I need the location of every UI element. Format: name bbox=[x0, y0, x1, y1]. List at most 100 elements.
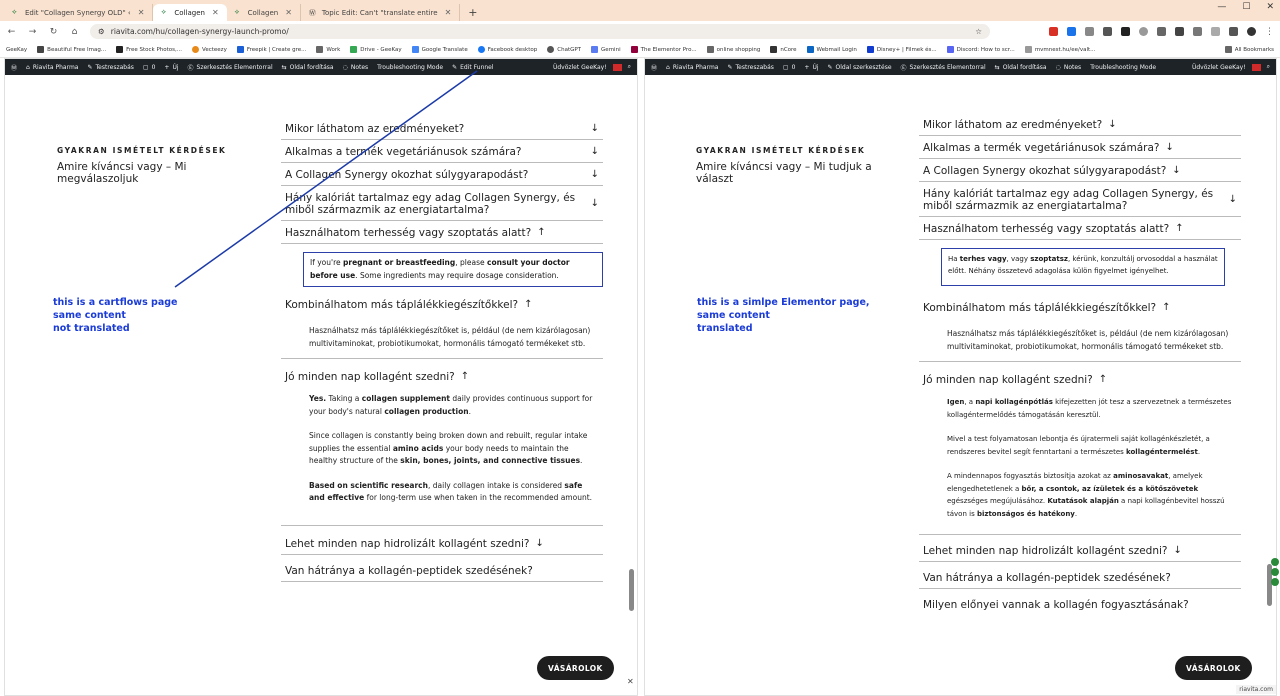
admin-comments-link[interactable]: ▢ 0 bbox=[783, 64, 796, 71]
url-bar[interactable]: ⚙ riavita.com/hu/collagen-synergy-launch… bbox=[90, 24, 990, 39]
admin-site-link[interactable]: ⌂ Riavita Pharma bbox=[26, 64, 78, 71]
bookmark-item[interactable]: Discord: How to scr... bbox=[946, 46, 1015, 53]
wordpress-logo-icon[interactable]: Ⓦ bbox=[11, 63, 17, 72]
close-icon[interactable]: ✕ bbox=[627, 677, 634, 686]
extension-icon[interactable] bbox=[1067, 27, 1076, 36]
admin-site-link[interactable]: ⌂ Riavita Pharma bbox=[666, 64, 718, 71]
faq-question-open[interactable]: Jó minden nap kollagént szedni? ↑ bbox=[281, 359, 603, 387]
faq-question[interactable]: Hány kalóriát tartalmaz egy adag Collage… bbox=[919, 182, 1241, 217]
download-icon[interactable] bbox=[1229, 27, 1238, 36]
admin-account[interactable]: Üdvözlet GeeKay! ⌕ bbox=[553, 63, 631, 71]
new-tab-button[interactable]: + bbox=[460, 4, 485, 21]
wordpress-logo-icon[interactable]: Ⓦ bbox=[651, 63, 657, 72]
extension-icon[interactable] bbox=[1175, 27, 1184, 36]
admin-edit-page-link[interactable]: ✎ Oldal szerkesztése bbox=[828, 64, 892, 71]
extension-icon[interactable] bbox=[1157, 27, 1166, 36]
sidebar-icon[interactable] bbox=[1211, 27, 1220, 36]
admin-elementor-link[interactable]: Ⓔ Szerkesztés Elementorral bbox=[901, 63, 986, 72]
bookmark-item[interactable]: ChatGPT bbox=[547, 46, 581, 53]
site-info-icon[interactable]: ⚙ bbox=[98, 27, 105, 36]
admin-customize-link[interactable]: ✎ Testreszabás bbox=[87, 64, 133, 71]
faq-question[interactable]: Lehet minden nap hidrolizált kollagént s… bbox=[919, 535, 1241, 562]
faq-question[interactable]: A Collagen Synergy okozhat súlygyarapodá… bbox=[919, 159, 1241, 182]
tab-collagen-1[interactable]: ⟡ Collagen ✕ bbox=[153, 4, 227, 21]
buy-button[interactable]: VÁSÁROLOK bbox=[1175, 656, 1252, 680]
faq-question[interactable]: Van hátránya a kollagén-peptidek szedésé… bbox=[919, 562, 1241, 589]
bookmark-item[interactable]: Facebook desktop bbox=[477, 46, 537, 53]
tab-edit-collagen[interactable]: ⟡ Edit "Collagen Synergy OLD" ‹ ✕ bbox=[4, 4, 154, 21]
faq-question[interactable]: Van hátránya a kollagén-peptidek szedésé… bbox=[281, 555, 603, 582]
admin-translate-link[interactable]: ⇆ Oldal fordítása bbox=[282, 64, 334, 71]
faq-question[interactable]: Hány kalóriát tartalmaz egy adag Collage… bbox=[281, 186, 603, 221]
home-icon[interactable]: ⌂ bbox=[69, 27, 80, 37]
search-icon[interactable]: ⌕ bbox=[628, 63, 631, 71]
faq-question-open[interactable]: Kombinálhatom más táplálékkiegészítőkkel… bbox=[281, 293, 603, 315]
bookmark-item[interactable]: Free Stock Photos,... bbox=[116, 46, 182, 53]
search-icon[interactable]: ⌕ bbox=[1267, 63, 1270, 71]
faq-question[interactable]: Alkalmas a termék vegetáriánusok számára… bbox=[919, 136, 1241, 159]
bookmark-item[interactable]: online shopping bbox=[706, 46, 760, 53]
kebab-menu-icon[interactable]: ⋮ bbox=[1265, 27, 1274, 37]
buy-button[interactable]: VÁSÁROLOK bbox=[537, 656, 614, 680]
extension-icon[interactable] bbox=[1049, 27, 1058, 36]
faq-question-open[interactable]: Használhatom terhesség vagy szoptatás al… bbox=[919, 217, 1241, 240]
bookmark-item[interactable]: Freepik | Create gre... bbox=[236, 46, 306, 53]
bookmark-item[interactable]: Beautiful Free Imag... bbox=[37, 46, 106, 53]
extension-icon[interactable] bbox=[1139, 27, 1148, 36]
extension-icon[interactable] bbox=[1121, 27, 1130, 36]
admin-edit-funnel-link[interactable]: ✎ Edit Funnel bbox=[452, 64, 493, 71]
close-icon[interactable]: ✕ bbox=[212, 8, 219, 17]
faq-question-open[interactable]: Kombinálhatom más táplálékkiegészítőkkel… bbox=[919, 292, 1241, 318]
all-bookmarks[interactable]: All Bookmarks bbox=[1224, 46, 1274, 53]
minimize-icon[interactable]: — bbox=[1217, 2, 1226, 12]
bookmark-item[interactable]: GeeKay bbox=[6, 47, 27, 53]
faq-question[interactable]: A Collagen Synergy okozhat súlygyarapodá… bbox=[281, 163, 603, 186]
faq-question[interactable]: Alkalmas a termék vegetáriánusok számára… bbox=[281, 140, 603, 163]
tab-collagen-2[interactable]: ⟡ Collagen ✕ bbox=[227, 4, 301, 21]
bookmark-item[interactable]: Work bbox=[316, 46, 340, 53]
close-icon[interactable]: ✕ bbox=[285, 8, 292, 17]
puzzle-icon[interactable] bbox=[1193, 27, 1202, 36]
faq-question[interactable]: Lehet minden nap hidrolizált kollagént s… bbox=[281, 526, 603, 555]
admin-notes-link[interactable]: ◌ Notes bbox=[343, 64, 369, 71]
close-icon[interactable]: ✕ bbox=[445, 8, 452, 17]
admin-new-link[interactable]: + Új bbox=[804, 64, 818, 71]
widget-icon[interactable] bbox=[1271, 568, 1279, 576]
bookmark-star-icon[interactable]: ☆ bbox=[975, 27, 982, 36]
faq-question[interactable]: Mikor láthatom az eredményeket? ↓ bbox=[281, 117, 603, 140]
admin-troubleshoot-link[interactable]: Troubleshooting Mode bbox=[377, 64, 443, 71]
maximize-icon[interactable]: ☐ bbox=[1242, 2, 1250, 12]
bookmark-item[interactable]: Drive - GeeKay bbox=[350, 46, 402, 53]
bookmark-item[interactable]: Vecteezy bbox=[192, 46, 227, 53]
admin-translate-link[interactable]: ⇆ Oldal fordítása bbox=[995, 64, 1047, 71]
admin-elementor-link[interactable]: Ⓔ Szerkesztés Elementorral bbox=[188, 63, 273, 72]
widget-icon[interactable] bbox=[1271, 578, 1279, 586]
admin-customize-link[interactable]: ✎ Testreszabás bbox=[727, 64, 773, 71]
admin-notes-link[interactable]: ◌ Notes bbox=[1056, 64, 1082, 71]
bookmark-item[interactable]: Disney+ | Filmek és... bbox=[866, 46, 937, 53]
close-icon[interactable]: ✕ bbox=[138, 8, 145, 17]
bookmark-item[interactable]: The Elementor Pro... bbox=[630, 46, 697, 53]
bookmark-item[interactable]: mvmnest.hu/ee/valt... bbox=[1024, 46, 1095, 53]
reload-icon[interactable]: ↻ bbox=[48, 27, 59, 37]
bookmark-item[interactable]: Webmail Login bbox=[806, 46, 857, 53]
bookmark-item[interactable]: Gemini bbox=[591, 46, 621, 53]
back-icon[interactable]: ← bbox=[6, 27, 17, 37]
extension-icon[interactable] bbox=[1103, 27, 1112, 36]
extension-icon[interactable] bbox=[1085, 27, 1094, 36]
faq-question-open[interactable]: Jó minden nap kollagént szedni? ↑ bbox=[919, 362, 1241, 390]
faq-question[interactable]: Mikor láthatom az eredményeket? ↓ bbox=[919, 113, 1241, 136]
admin-new-link[interactable]: + Új bbox=[164, 64, 178, 71]
faq-question[interactable]: Milyen előnyei vannak a kollagén fogyasz… bbox=[919, 589, 1241, 615]
admin-comments-link[interactable]: ▢ 0 bbox=[143, 64, 156, 71]
tab-topic-edit[interactable]: Ⓦ Topic Edit: Can't "translate entire ✕ bbox=[301, 4, 461, 21]
forward-icon[interactable]: → bbox=[27, 27, 38, 37]
avatar[interactable] bbox=[1247, 27, 1256, 36]
faq-question-open[interactable]: Használhatom terhesség vagy szoptatás al… bbox=[281, 221, 603, 244]
close-window-icon[interactable]: ✕ bbox=[1266, 2, 1274, 12]
widget-icon[interactable] bbox=[1271, 558, 1279, 566]
bookmark-item[interactable]: Google Translate bbox=[411, 46, 468, 53]
scrollbar[interactable] bbox=[629, 569, 634, 611]
admin-account[interactable]: Üdvözlet GeeKay! ⌕ bbox=[1192, 63, 1270, 71]
admin-troubleshoot-link[interactable]: Troubleshooting Mode bbox=[1090, 64, 1156, 71]
